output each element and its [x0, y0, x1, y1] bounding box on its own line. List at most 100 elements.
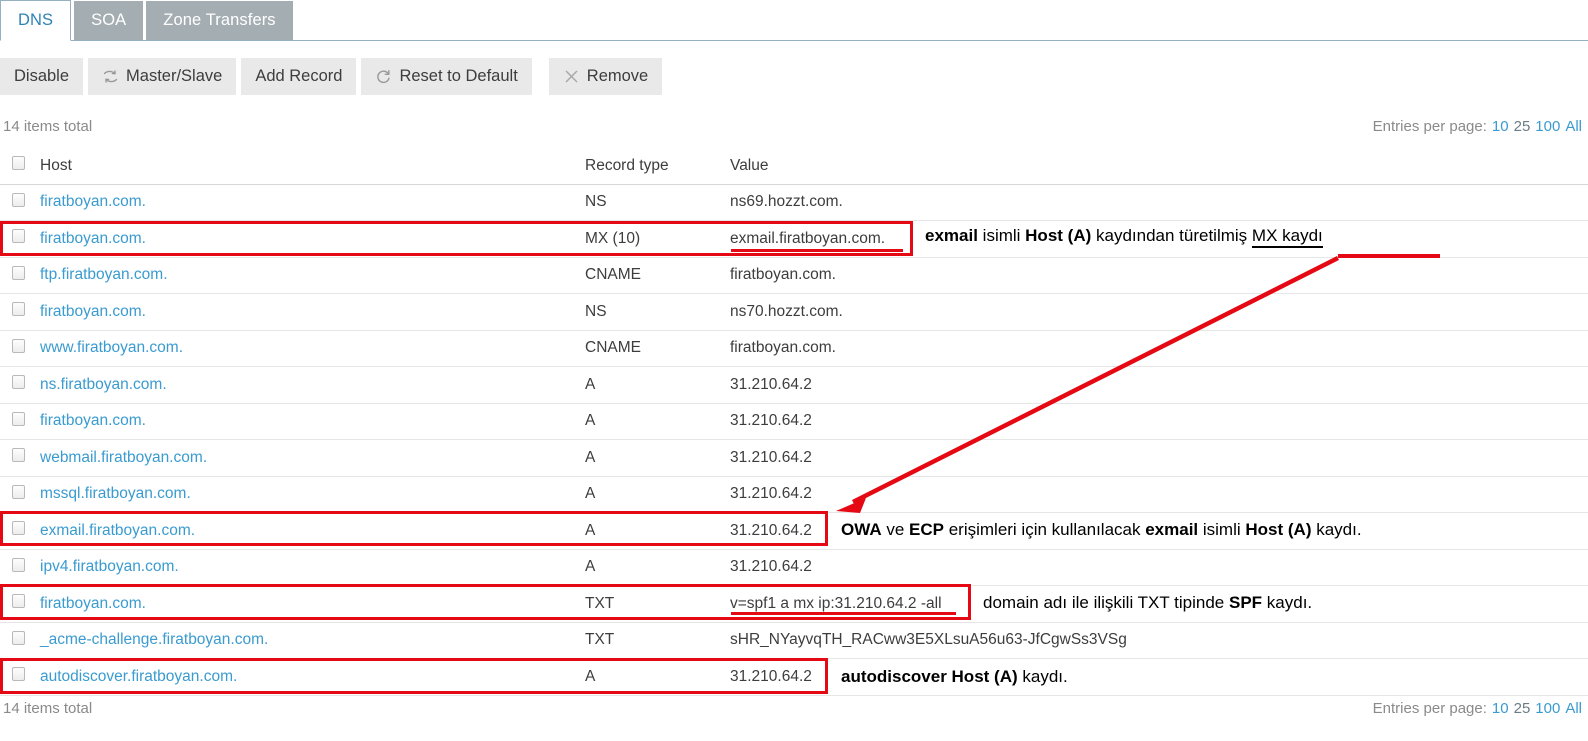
row-checkbox[interactable] [12, 192, 25, 207]
row-value: 31.210.64.2 [730, 549, 1588, 586]
entries-option-100-bottom[interactable]: 100 [1535, 700, 1560, 717]
row-host-link[interactable]: ftp.firatboyan.com. [40, 266, 168, 283]
row-checkbox[interactable] [12, 594, 25, 609]
remove-button-label: Remove [586, 67, 649, 85]
row-record-type: CNAME [585, 330, 730, 367]
table-row: ns.firatboyan.com. A 31.210.64.2 [0, 366, 1588, 404]
table-row: firatboyan.com. NS ns69.hozzt.com. [0, 184, 1588, 221]
row-host-link[interactable]: ipv4.firatboyan.com. [40, 558, 179, 575]
row-value: 31.210.64.2 [730, 403, 1588, 440]
row-checkbox[interactable] [12, 521, 25, 536]
row-record-type: A [585, 549, 730, 586]
column-header-host[interactable]: Host [40, 148, 585, 185]
select-all-cell [0, 148, 40, 185]
tab-soa-label: SOA [91, 11, 127, 29]
list-meta-top: 14 items total Entries per page: 10 25 100 A… [0, 118, 1588, 135]
entries-option-25-bottom[interactable]: 25 [1514, 700, 1531, 717]
row-host-link[interactable]: webmail.firatboyan.com. [40, 449, 207, 466]
reset-to-default-button-label: Reset to Default [399, 67, 518, 85]
swap-icon [102, 68, 119, 85]
add-record-button-label: Add Record [255, 67, 343, 85]
row-host-link[interactable]: mssql.firatboyan.com. [40, 485, 191, 502]
master-slave-button-label: Master/Slave [126, 67, 223, 85]
row-checkbox[interactable] [12, 338, 25, 353]
tab-soa[interactable]: SOA [74, 1, 144, 40]
table-row: mssql.firatboyan.com. A 31.210.64.2 [0, 476, 1588, 513]
reset-to-default-button[interactable]: Reset to Default [361, 58, 532, 95]
tab-dns[interactable]: DNS [0, 0, 72, 41]
row-checkbox[interactable] [12, 484, 25, 499]
row-checkbox[interactable] [12, 229, 25, 244]
row-host-link[interactable]: autodiscover.firatboyan.com. [40, 668, 237, 685]
entries-option-25-top[interactable]: 25 [1514, 118, 1531, 135]
entries-option-10-top[interactable]: 10 [1492, 118, 1509, 135]
row-checkbox[interactable] [12, 448, 25, 463]
table-row: firatboyan.com. TXT v=spf1 a mx ip:31.21… [0, 585, 1588, 623]
select-all-checkbox[interactable] [12, 156, 25, 171]
row-record-type: A [585, 512, 730, 550]
row-host-link[interactable]: firatboyan.com. [40, 412, 146, 429]
row-checkbox[interactable] [12, 411, 25, 426]
entries-per-page-label-top: Entries per page: [1372, 118, 1487, 135]
row-record-type: A [585, 476, 730, 513]
entries-option-10-bottom[interactable]: 10 [1492, 700, 1509, 717]
row-record-type: TXT [585, 585, 730, 623]
dns-records-page: DNS SOA Zone Transfers Disable Master/Sl… [0, 0, 1588, 741]
row-value: 31.210.64.2 [730, 439, 1588, 477]
close-x-icon [563, 68, 580, 85]
disable-button-label: Disable [14, 67, 70, 85]
row-value: firatboyan.com. [730, 257, 1588, 294]
dns-records-table: Host Record type Value firatboyan.com. N… [0, 148, 1588, 696]
table-head: Host Record type Value [0, 148, 1588, 185]
row-host-link[interactable]: www.firatboyan.com. [40, 339, 183, 356]
table-header-row: Host Record type Value [0, 148, 1588, 185]
remove-button[interactable]: Remove [548, 58, 663, 95]
entries-option-all-top[interactable]: All [1565, 118, 1582, 135]
action-toolbar: Disable Master/Slave Add Record Reset to [0, 58, 667, 95]
row-value: 31.210.64.2 [730, 512, 1588, 550]
row-host-link[interactable]: ns.firatboyan.com. [40, 376, 167, 393]
table-row: ipv4.firatboyan.com. A 31.210.64.2 [0, 549, 1588, 586]
row-record-type: A [585, 439, 730, 477]
row-checkbox[interactable] [12, 375, 25, 390]
row-record-type: TXT [585, 622, 730, 659]
row-host-link[interactable]: firatboyan.com. [40, 193, 146, 210]
column-header-record-type[interactable]: Record type [585, 148, 730, 185]
table-row: firatboyan.com. MX (10) exmail.firatboya… [0, 220, 1588, 258]
table-row: ftp.firatboyan.com. CNAME firatboyan.com… [0, 257, 1588, 294]
items-total-top: 14 items total [3, 118, 93, 135]
row-host-link[interactable]: exmail.firatboyan.com. [40, 522, 195, 539]
add-record-button[interactable]: Add Record [241, 58, 357, 95]
disable-button[interactable]: Disable [0, 58, 84, 95]
row-record-type: NS [585, 184, 730, 221]
entries-option-100-top[interactable]: 100 [1535, 118, 1560, 135]
table-row: firatboyan.com. A 31.210.64.2 [0, 403, 1588, 440]
row-value: ns70.hozzt.com. [730, 293, 1588, 331]
row-record-type: A [585, 366, 730, 404]
row-value: firatboyan.com. [730, 330, 1588, 367]
row-checkbox[interactable] [12, 302, 25, 317]
row-checkbox[interactable] [12, 630, 25, 645]
table-row: exmail.firatboyan.com. A 31.210.64.2 [0, 512, 1588, 550]
tab-zone-transfers[interactable]: Zone Transfers [146, 1, 293, 40]
row-host-link[interactable]: firatboyan.com. [40, 303, 146, 320]
row-host-link[interactable]: firatboyan.com. [40, 230, 146, 247]
row-value: exmail.firatboyan.com. [730, 220, 1588, 258]
column-header-value[interactable]: Value [730, 148, 1588, 185]
row-value: sHR_NYayvqTH_RACww3E5XLsuA56u63-JfCgwSs3… [730, 622, 1588, 659]
row-host-link[interactable]: firatboyan.com. [40, 595, 146, 612]
refresh-icon [375, 68, 392, 85]
master-slave-button[interactable]: Master/Slave [88, 58, 237, 95]
row-value: ns69.hozzt.com. [730, 184, 1588, 221]
row-checkbox[interactable] [12, 667, 25, 682]
row-host-link[interactable]: _acme-challenge.firatboyan.com. [40, 631, 268, 648]
entries-per-page-label-bottom: Entries per page: [1372, 700, 1487, 717]
tab-dns-label: DNS [18, 11, 54, 29]
row-checkbox[interactable] [12, 265, 25, 280]
table-row: firatboyan.com. NS ns70.hozzt.com. [0, 293, 1588, 331]
items-total-bottom: 14 items total [3, 700, 93, 717]
row-record-type: A [585, 658, 730, 696]
entries-option-all-bottom[interactable]: All [1565, 700, 1582, 717]
row-checkbox[interactable] [12, 557, 25, 572]
row-record-type: CNAME [585, 257, 730, 294]
